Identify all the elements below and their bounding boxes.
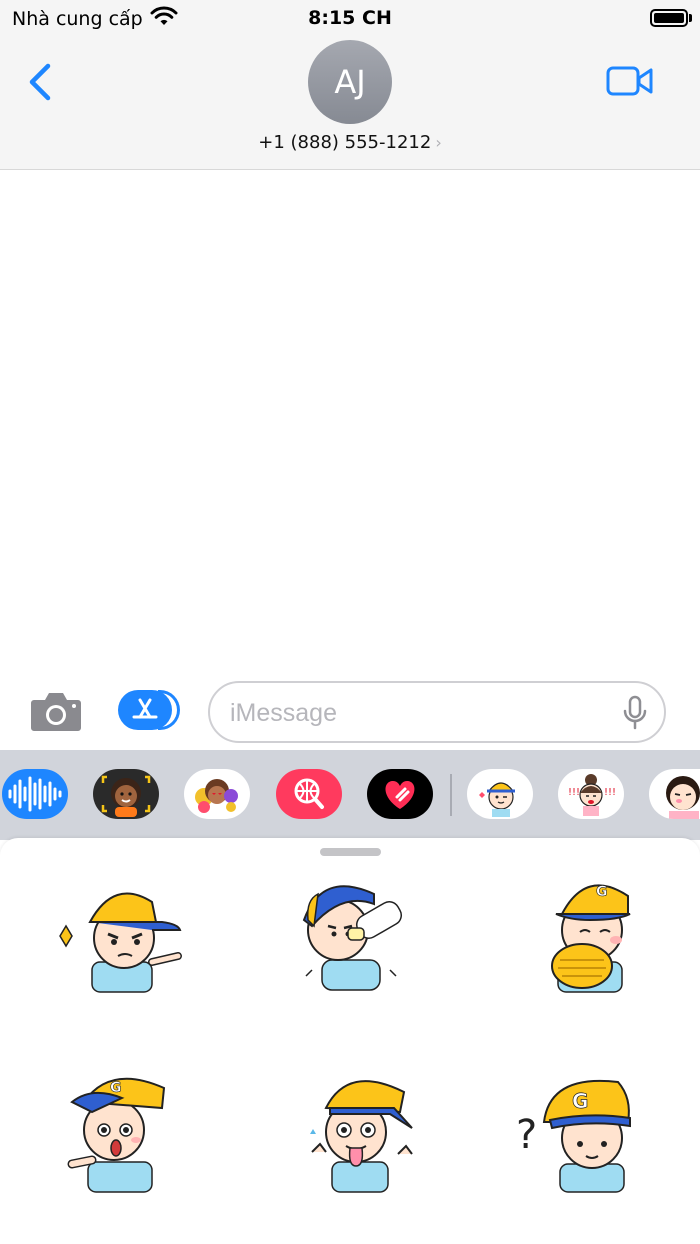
boy-sticker-icon: [479, 782, 515, 817]
audio-message-app[interactable]: [2, 769, 68, 819]
contact-name-button[interactable]: +1 (888) 555-1212 ›: [0, 132, 700, 153]
digital-touch-app[interactable]: [367, 769, 433, 819]
contact-avatar[interactable]: AJ: [308, 40, 392, 124]
microphone-button[interactable]: [622, 695, 648, 731]
video-call-button[interactable]: [606, 64, 654, 98]
waveform-icon: [8, 776, 62, 812]
memoji-stickers-app[interactable]: [184, 769, 250, 819]
confused-boy-sticker[interactable]: ? G: [510, 1068, 650, 1198]
app-store-icon: [132, 698, 158, 719]
svg-text:!!!: !!!: [604, 787, 616, 798]
image-search-app[interactable]: [276, 769, 342, 819]
svg-text:?: ?: [516, 1112, 537, 1158]
message-input[interactable]: [230, 695, 620, 731]
drawer-separator: [450, 774, 452, 816]
conversation-header: Nhà cung cấp 8:15 CH AJ +1 (888) 555-121…: [0, 0, 700, 170]
memoji-app[interactable]: [93, 769, 159, 819]
girl-sticker-app-2[interactable]: [649, 769, 700, 819]
chevron-right-icon: ›: [435, 133, 442, 152]
status-bar: Nhà cung cấp 8:15 CH: [0, 0, 700, 36]
angry-boy-sticker[interactable]: [52, 870, 192, 1000]
memoji-stickers-icon: [195, 779, 238, 813]
back-button[interactable]: [24, 60, 58, 104]
camera-icon: [31, 693, 81, 731]
app-store-button[interactable]: [118, 690, 180, 730]
globe-search-icon: [294, 778, 324, 809]
heart-touch-icon: [385, 781, 415, 809]
microphone-icon: [623, 695, 647, 730]
app-drawer: !!! !!!: [0, 750, 700, 840]
message-field[interactable]: [208, 681, 666, 743]
app-store-pill: [118, 690, 172, 730]
drinking-boy-sticker[interactable]: [282, 870, 422, 1000]
cap-letter: G: [572, 1089, 588, 1113]
cap-letter: G: [596, 884, 608, 900]
memoji-icon: [101, 775, 151, 817]
boy-sticker-app[interactable]: [467, 769, 533, 819]
status-time: 8:15 CH: [308, 7, 392, 29]
video-camera-icon: [606, 66, 653, 96]
sticker-panel: G G ? G: [0, 838, 700, 1244]
camera-button[interactable]: [30, 690, 82, 732]
girl-sticker-app[interactable]: !!! !!!: [558, 769, 624, 819]
tongue-out-boy-sticker[interactable]: [282, 1068, 422, 1198]
contact-name: +1 (888) 555-1212: [258, 132, 432, 153]
svg-text:!!!: !!!: [568, 787, 580, 798]
message-thread: [0, 171, 700, 676]
girl-sticker-icon: [666, 776, 700, 819]
girl-sticker-icon: !!! !!!: [568, 774, 616, 816]
avatar-initials: AJ: [334, 63, 366, 101]
clapping-boy-sticker[interactable]: G: [510, 870, 650, 1000]
cap-letter: G: [110, 1080, 122, 1096]
shocked-boy-sticker[interactable]: G: [52, 1068, 192, 1198]
battery-cap: [689, 14, 692, 22]
battery-icon: [650, 9, 688, 27]
panel-grabber[interactable]: [320, 848, 381, 856]
chevron-left-icon: [29, 63, 51, 101]
